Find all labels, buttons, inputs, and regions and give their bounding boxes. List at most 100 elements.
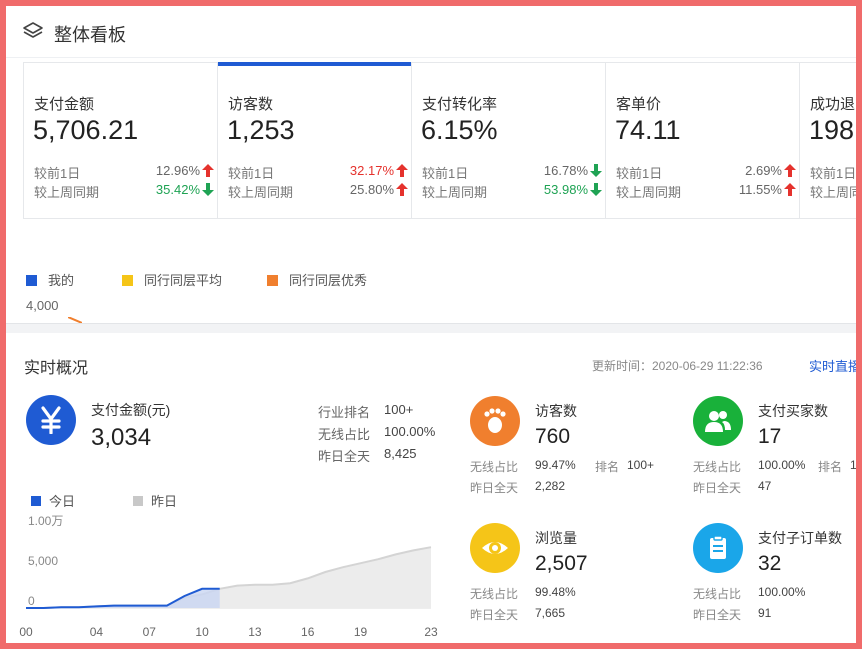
- compare-label: 较上周同期: [422, 185, 488, 200]
- kpi-value: 74.11: [615, 115, 681, 145]
- arrow-up-icon: [784, 183, 796, 196]
- pay-stat-label: 行业排名: [318, 405, 371, 420]
- kpi-compare-row: 较前1日 2.69%: [616, 163, 796, 182]
- metric-sub-label: 无线占比: [470, 460, 519, 474]
- metric-sub-label: 无线占比: [693, 587, 742, 601]
- arrow-down-icon: [202, 183, 214, 196]
- compare-label: 较上周同期: [34, 185, 100, 200]
- pay-stat-value: 8,425: [384, 446, 417, 461]
- realtime-chart: 今日 昨日 0 5,000 1.00万 00 04 07 10 13 16 19 23: [6, 484, 446, 643]
- metric-value: 2,507: [535, 552, 588, 575]
- pay-stat-label: 无线占比: [318, 427, 371, 442]
- metric-sub-label: 昨日全天: [470, 608, 519, 622]
- legend-swatch: [267, 275, 278, 286]
- legend-swatch: [122, 275, 133, 286]
- legend-item[interactable]: 同行同层优秀: [267, 270, 367, 289]
- metric-value: 17: [758, 425, 782, 448]
- kpi-label: 支付金额: [34, 96, 95, 113]
- compare-label: 较上周同期: [616, 185, 682, 200]
- metric-sub-label: 无线占比: [470, 587, 519, 601]
- y-tick-label: 5,000: [28, 554, 58, 568]
- arrow-down-icon: [590, 183, 602, 196]
- kpi-compare-row: 较上周同期 11.55%: [616, 182, 796, 201]
- kpi-cards: 支付金额 5,706.21 较前1日 12.96% 较上周同期 35.42% 访客数 1,25…: [23, 62, 856, 219]
- metric-sub-label: 昨日全天: [470, 481, 519, 495]
- x-tick-label: 10: [195, 625, 209, 639]
- compare-percent: 35.42%: [155, 182, 200, 197]
- legend-item[interactable]: 同行同层平均: [122, 270, 222, 289]
- pay-stat-label: 昨日全天: [318, 449, 371, 464]
- compare-label: 较前1日: [228, 166, 275, 181]
- compare-percent: 11.55%: [738, 182, 782, 197]
- kpi-compare-row: 较前1日 12.96%: [34, 163, 214, 182]
- x-tick-label: 23: [424, 625, 438, 639]
- compare-label: 较前1日: [616, 166, 663, 181]
- page-title: 整体看板: [54, 25, 126, 45]
- metric-rank-label: 排名: [595, 460, 620, 474]
- pay-amount-label: 支付金额(元): [91, 402, 171, 418]
- compare-label: 较上周同期: [228, 185, 294, 200]
- chart-legend-swatch: [133, 496, 143, 506]
- legend-item[interactable]: 我的: [26, 270, 74, 289]
- metric-sub-label: 无线占比: [693, 460, 742, 474]
- header: 整体看板: [6, 6, 856, 58]
- section-divider: [6, 323, 856, 333]
- compare-percent: 25.80%: [349, 182, 394, 197]
- realtime-live-link[interactable]: 实时直播: [809, 356, 856, 375]
- kpi-value: 6.15%: [421, 115, 498, 145]
- clipboard-icon: [693, 523, 743, 573]
- pay-amount-value: 3,034: [91, 424, 152, 451]
- metric-rank-value: 1: [850, 458, 856, 472]
- metric-label: 浏览量: [535, 530, 577, 546]
- kpi-label: 成功退: [810, 96, 856, 113]
- metric-sub-value: 99.48%: [535, 585, 576, 599]
- kpi-card[interactable]: 客单价 74.11 较前1日 2.69% 较上周同期 11.55%: [606, 63, 800, 218]
- arrow-up-icon: [202, 164, 214, 177]
- x-tick-label: 07: [143, 625, 157, 639]
- x-tick-label: 04: [90, 625, 104, 639]
- pay-stat-value: 100+: [384, 402, 414, 417]
- metric-value: 32: [758, 552, 782, 575]
- layers-icon: [23, 22, 43, 38]
- metric-label: 访客数: [535, 403, 577, 419]
- compare-percent: 16.78%: [543, 163, 588, 178]
- compare-percent: 2.69%: [745, 163, 782, 178]
- arrow-down-icon: [590, 164, 602, 177]
- kpi-compare-row: 较前1日 16.78%: [422, 163, 602, 182]
- arrow-up-icon: [396, 183, 408, 196]
- arrow-up-icon: [396, 164, 408, 177]
- kpi-compare-row: 较上周同期 53.98%: [422, 182, 602, 201]
- compare-label: 较前1日: [34, 166, 81, 181]
- metric-value: 760: [535, 425, 571, 448]
- kpi-value: 198: [809, 115, 855, 145]
- kpi-card[interactable]: 支付转化率 6.15% 较前1日 16.78% 较上周同期 53.98%: [412, 63, 606, 218]
- kpi-compare-row: 较上周同期 35.42%: [34, 182, 214, 201]
- compare-label: 较前1日: [810, 166, 856, 181]
- legend-label: 同行同层优秀: [289, 273, 368, 288]
- metric-label: 支付买家数: [758, 403, 828, 419]
- metric-sub-value: 91: [758, 606, 772, 620]
- legend-swatch: [26, 275, 37, 286]
- kpi-card[interactable]: 支付金额 5,706.21 较前1日 12.96% 较上周同期 35.42%: [24, 63, 218, 218]
- compare-label: 较上周同期: [810, 185, 856, 200]
- compare-percent: 32.17%: [349, 163, 394, 178]
- metric-sub-value: 47: [758, 479, 772, 493]
- series-area-昨日: [26, 547, 431, 608]
- compare-percent: 12.96%: [155, 163, 200, 178]
- chart-legend-label: 昨日: [151, 494, 177, 509]
- kpi-compare-row: 较前1日: [810, 163, 856, 182]
- x-tick-label: 19: [354, 625, 368, 639]
- kpi-card[interactable]: 成功退 198 较前1日较上周同期: [800, 63, 856, 218]
- footprint-icon: [470, 396, 520, 446]
- legend-label: 我的: [48, 273, 75, 288]
- kpi-label: 访客数: [228, 96, 274, 113]
- y-tick-label: 0: [28, 594, 35, 608]
- x-tick-label: 13: [248, 625, 262, 639]
- metric-sub-value: 100.00%: [758, 458, 806, 472]
- x-tick-label: 00: [19, 625, 33, 639]
- update-time: 更新时间：2020-06-29 11:22:36: [592, 359, 763, 373]
- kpi-card[interactable]: 访客数 1,253 较前1日 32.17% 较上周同期 25.80%: [218, 62, 412, 218]
- kpi-label: 客单价: [616, 96, 662, 113]
- metric-sub-label: 昨日全天: [693, 481, 742, 495]
- pay-stat-value: 100.00%: [384, 424, 436, 439]
